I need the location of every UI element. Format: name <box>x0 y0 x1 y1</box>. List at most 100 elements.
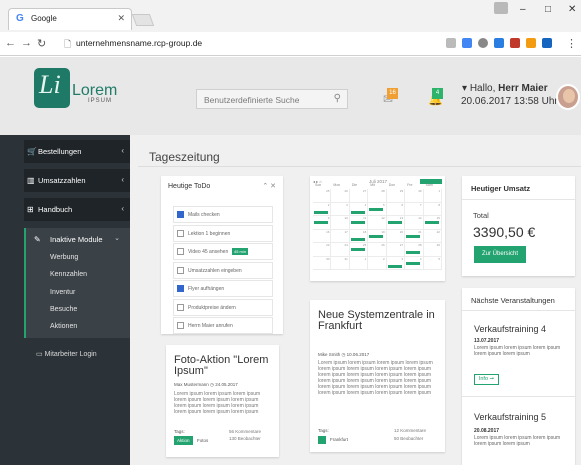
sidebar-group-header[interactable]: ✎ Inaktive Module ⌄ <box>26 228 130 250</box>
calendar-day[interactable]: 30 <box>313 256 332 270</box>
browser-tab[interactable]: G Google ✕ <box>8 8 132 30</box>
todo-checkbox[interactable] <box>177 322 184 329</box>
sidebar-item-bestellungen[interactable]: 🛒 Bestellungen ‹ <box>24 140 130 163</box>
calendar-day[interactable]: 23 <box>313 243 332 257</box>
maximize-button[interactable]: □ <box>545 4 551 15</box>
calendar-event[interactable] <box>406 234 421 238</box>
close-window-button[interactable]: ✕ <box>568 4 576 15</box>
calendar-day[interactable]: 29 <box>423 243 442 257</box>
todo-checkbox[interactable] <box>177 211 184 218</box>
calendar-day[interactable]: 28 <box>405 243 424 257</box>
todo-checkbox[interactable] <box>177 266 184 274</box>
calendar-day[interactable]: 26 <box>331 189 350 203</box>
calendar-day[interactable]: 28 <box>368 189 387 203</box>
calendar-day[interactable]: 3 <box>386 256 406 270</box>
minimize-button[interactable]: – <box>520 4 526 15</box>
todo-item[interactable]: Mails checken <box>173 206 273 223</box>
back-icon[interactable]: ← <box>5 37 16 49</box>
calendar-day[interactable]: 15 <box>423 216 442 230</box>
calendar-day[interactable]: 31 <box>331 256 350 270</box>
calendar-day[interactable]: 24 <box>331 243 350 257</box>
todo-item[interactable]: Herrn Maier anrufen <box>173 317 273 334</box>
calendar-event[interactable] <box>314 221 328 224</box>
calendar-day[interactable]: 29 <box>386 189 406 203</box>
calendar-event[interactable] <box>369 207 384 211</box>
search-icon[interactable]: ⚲ <box>334 93 341 104</box>
calendar-day[interactable]: 5 <box>423 256 442 270</box>
ext-icon-3[interactable] <box>510 38 520 48</box>
calendar-day[interactable]: 7 <box>405 202 424 216</box>
calendar-day[interactable]: 1 <box>349 256 369 270</box>
calendar-day[interactable]: 6 <box>386 202 406 216</box>
calendar-day[interactable]: 27 <box>349 189 369 203</box>
avatar[interactable] <box>556 84 580 110</box>
calendar-day[interactable]: 14 <box>405 216 424 230</box>
greeting[interactable]: ▾ Hallo, Herr Maier <box>462 83 548 94</box>
ext-icon-2[interactable] <box>494 38 504 48</box>
calendar-event[interactable] <box>387 221 402 224</box>
sidebar-subitem-aktionen[interactable]: Aktionen <box>50 323 77 330</box>
calendar-day[interactable]: 1 <box>423 189 442 203</box>
calendar-event[interactable] <box>369 234 384 238</box>
calendar-day[interactable]: 2 <box>368 256 387 270</box>
calendar-day[interactable]: 16 <box>313 229 332 243</box>
forward-icon[interactable]: → <box>21 37 32 49</box>
todo-item[interactable]: Video 45 ansehen 45 min <box>173 243 273 260</box>
calendar-day[interactable]: 2 <box>313 202 332 216</box>
calendar-day[interactable]: 30 <box>405 189 424 203</box>
calendar-day[interactable]: 4 <box>349 202 369 216</box>
ext-icon-1[interactable] <box>478 38 488 48</box>
calendar-event[interactable] <box>350 237 365 241</box>
ext-icon-5[interactable] <box>542 38 552 48</box>
calendar-day[interactable]: 18 <box>349 229 369 243</box>
calendar-day[interactable]: 19 <box>368 229 387 243</box>
calendar-day[interactable]: 4 <box>405 256 424 270</box>
calendar-day[interactable]: 25 <box>349 243 369 257</box>
sidebar-subitem-kennzahlen[interactable]: Kennzahlen <box>50 271 87 278</box>
todo-item[interactable]: Lektion 1 beginnen <box>173 224 273 242</box>
tag-chip[interactable]: Frankfurt <box>330 437 348 442</box>
article-title[interactable]: Foto-Aktion "Lorem Ipsum" <box>174 355 274 377</box>
sidebar-item-handbuch[interactable]: ⊞ Handbuch ‹ <box>24 198 130 221</box>
todo-checkbox[interactable] <box>177 229 184 237</box>
sidebar-subitem-besuche[interactable]: Besuche <box>50 306 77 313</box>
sidebar-item-umsatzzahlen[interactable]: ▥ Umsatzzahlen ‹ <box>24 169 130 192</box>
calendar-day[interactable]: 3 <box>331 202 350 216</box>
calendar-day[interactable]: 10 <box>331 216 350 230</box>
search-input[interactable]: Benutzerdefinierte Suche ⚲ <box>196 89 348 109</box>
menu-icon[interactable]: ⋮ <box>566 37 577 50</box>
calendar-day[interactable]: 8 <box>423 202 442 216</box>
search-ext-icon[interactable] <box>462 38 472 48</box>
todo-controls[interactable]: ⌃ ✕ <box>262 182 276 190</box>
calendar-event[interactable] <box>406 261 421 265</box>
todo-checkbox[interactable] <box>177 285 184 292</box>
calendar-day[interactable]: 20 <box>386 229 406 243</box>
calendar-day[interactable]: 22 <box>423 229 442 243</box>
ext-icon-4[interactable] <box>526 38 536 48</box>
calendar-event[interactable] <box>350 221 365 224</box>
tag-chip[interactable]: Fotos <box>197 438 208 443</box>
new-tab-button[interactable] <box>131 14 155 26</box>
todo-item[interactable]: Umsatzzahlen eingeben <box>173 261 273 279</box>
mitarbeiter-login-link[interactable]: ▭ Mitarbeiter Login <box>36 350 97 358</box>
profile-icon[interactable] <box>494 2 508 14</box>
overview-button[interactable]: Zur Übersicht <box>474 246 526 263</box>
calendar-day[interactable]: 5 <box>368 202 387 216</box>
calendar-event[interactable] <box>350 248 365 251</box>
calendar-day[interactable]: 9 <box>313 216 332 230</box>
calendar-day[interactable]: 17 <box>331 229 350 243</box>
calendar-event[interactable] <box>387 264 402 268</box>
translate-icon[interactable] <box>446 38 456 48</box>
calendar-day[interactable]: 13 <box>386 216 406 230</box>
article-title[interactable]: Neue Systemzentrale in Frankfurt <box>318 310 438 332</box>
todo-checkbox[interactable] <box>177 303 184 311</box>
todo-item[interactable]: Flyer aufhängen <box>173 280 273 297</box>
url-field[interactable]: 🗋 unternehmensname.rcp-group.de <box>60 36 440 51</box>
calendar-day[interactable]: 27 <box>386 243 406 257</box>
sidebar-subitem-werbung[interactable]: Werbung <box>50 254 78 261</box>
todo-item[interactable]: Produktpreise ändern <box>173 298 273 316</box>
calendar-event[interactable] <box>314 210 328 214</box>
calendar-event[interactable] <box>406 251 421 254</box>
tab-close-icon[interactable]: ✕ <box>117 13 125 24</box>
reload-icon[interactable]: ↻ <box>37 37 46 50</box>
